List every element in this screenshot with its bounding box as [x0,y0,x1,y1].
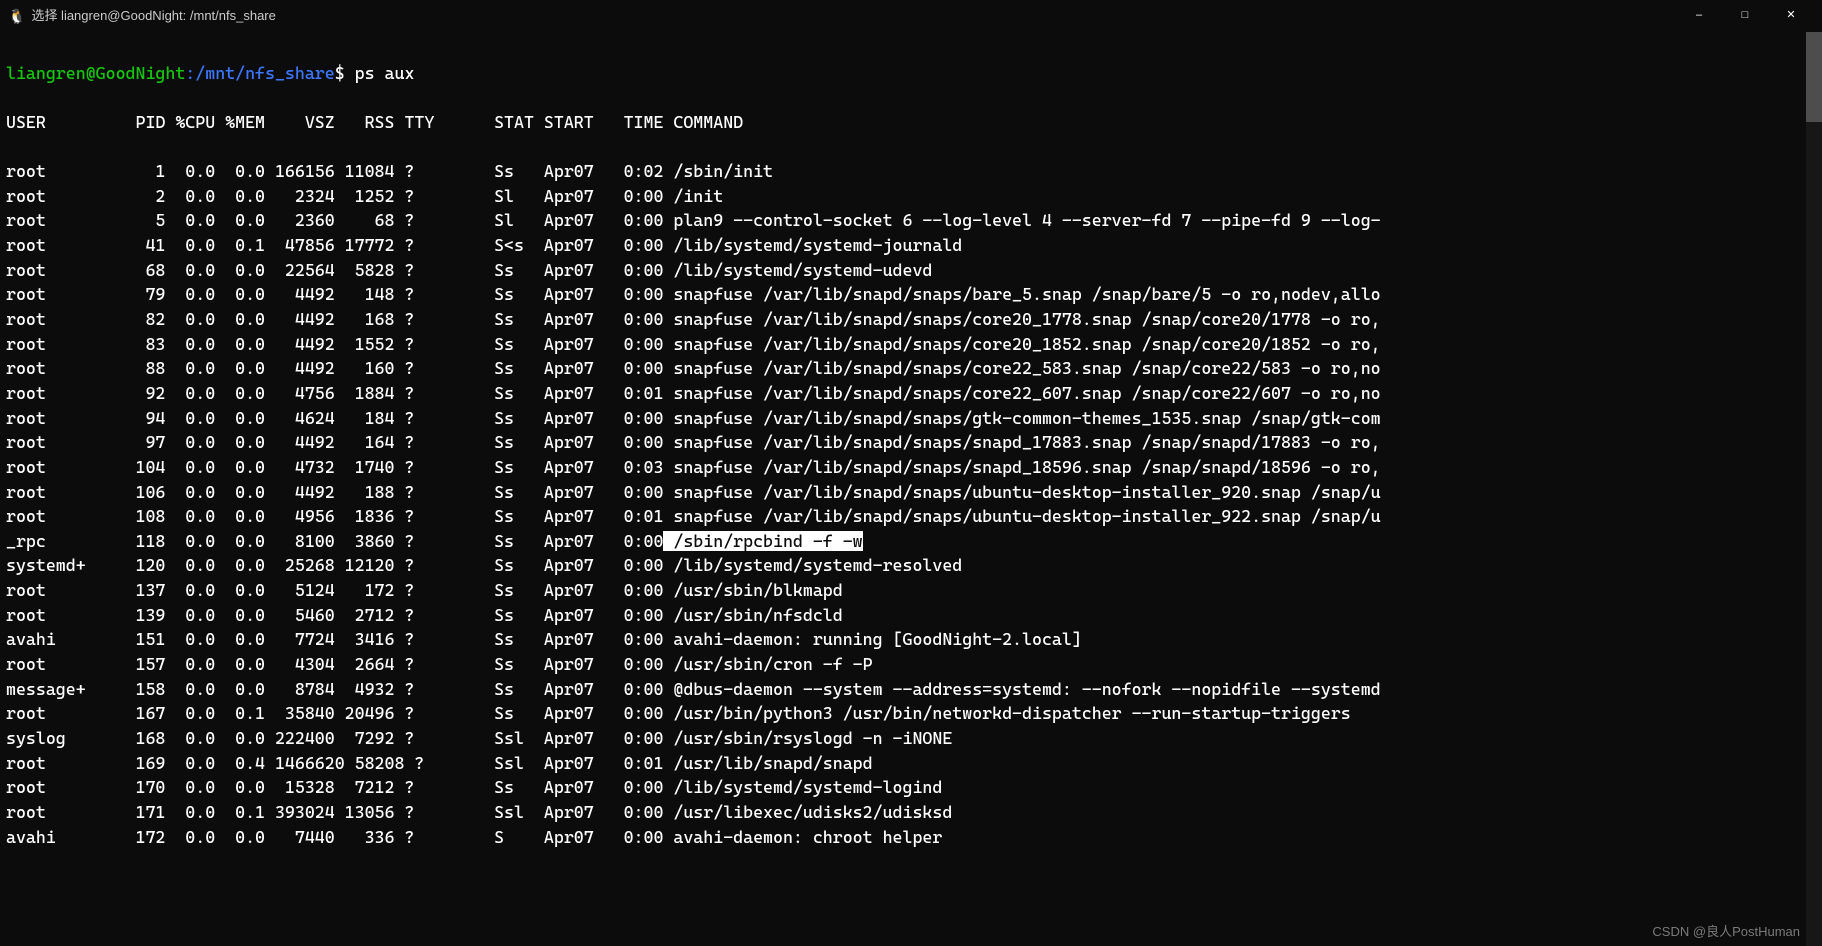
process-row: root 157 0.0 0.0 4304 2664 ? Ss Apr07 0:… [6,652,1816,677]
terminal-output[interactable]: liangren@GoodNight:/mnt/nfs_share$ ps au… [0,32,1822,878]
prompt-dollar: $ [335,63,345,83]
process-row: root 41 0.0 0.1 47856 17772 ? S<s Apr07 … [6,233,1816,258]
window-titlebar: 🐧 选择 liangren@GoodNight: /mnt/nfs_share … [0,0,1822,32]
minimize-button[interactable]: – [1676,0,1722,32]
scrollbar-track[interactable] [1806,32,1822,946]
process-row: root 108 0.0 0.0 4956 1836 ? Ss Apr07 0:… [6,504,1816,529]
process-row: systemd+ 120 0.0 0.0 25268 12120 ? Ss Ap… [6,553,1816,578]
close-button[interactable]: ✕ [1768,0,1814,32]
process-row: root 137 0.0 0.0 5124 172 ? Ss Apr07 0:0… [6,578,1816,603]
process-row: root 167 0.0 0.1 35840 20496 ? Ss Apr07 … [6,701,1816,726]
process-row: root 82 0.0 0.0 4492 168 ? Ss Apr07 0:00… [6,307,1816,332]
process-row: root 92 0.0 0.0 4756 1884 ? Ss Apr07 0:0… [6,381,1816,406]
highlighted-text: /sbin/rpcbind -f -w [663,531,862,551]
process-row: message+ 158 0.0 0.0 8784 4932 ? Ss Apr0… [6,677,1816,702]
process-row: root 170 0.0 0.0 15328 7212 ? Ss Apr07 0… [6,775,1816,800]
process-row: root 68 0.0 0.0 22564 5828 ? Ss Apr07 0:… [6,258,1816,283]
process-row: root 79 0.0 0.0 4492 148 ? Ss Apr07 0:00… [6,282,1816,307]
process-row: root 169 0.0 0.4 1466620 58208 ? Ssl Apr… [6,751,1816,776]
process-row: root 5 0.0 0.0 2360 68 ? Sl Apr07 0:00 p… [6,208,1816,233]
ps-header: USER PID %CPU %MEM VSZ RSS TTY STAT STAR… [6,110,1816,135]
process-row: root 1 0.0 0.0 166156 11084 ? Ss Apr07 0… [6,159,1816,184]
process-row: root 104 0.0 0.0 4732 1740 ? Ss Apr07 0:… [6,455,1816,480]
prompt-line: liangren@GoodNight:/mnt/nfs_share$ ps au… [6,61,1816,86]
maximize-button[interactable]: □ [1722,0,1768,32]
process-row: syslog 168 0.0 0.0 222400 7292 ? Ssl Apr… [6,726,1816,751]
process-row: avahi 172 0.0 0.0 7440 336 ? S Apr07 0:0… [6,825,1816,850]
process-row: avahi 151 0.0 0.0 7724 3416 ? Ss Apr07 0… [6,627,1816,652]
window-title: 选择 liangren@GoodNight: /mnt/nfs_share [31,7,275,26]
command-text: ps aux [355,63,415,83]
process-row: root 97 0.0 0.0 4492 164 ? Ss Apr07 0:00… [6,430,1816,455]
process-row: root 88 0.0 0.0 4492 160 ? Ss Apr07 0:00… [6,356,1816,381]
app-icon: 🐧 [8,6,25,26]
process-row: root 171 0.0 0.1 393024 13056 ? Ssl Apr0… [6,800,1816,825]
process-row: root 2 0.0 0.0 2324 1252 ? Sl Apr07 0:00… [6,184,1816,209]
prompt-colon: : [185,63,195,83]
prompt-user-host: liangren@GoodNight [6,63,185,83]
scrollbar-thumb[interactable] [1806,32,1822,122]
process-row: _rpc 118 0.0 0.0 8100 3860 ? Ss Apr07 0:… [6,529,1816,554]
process-row: root 106 0.0 0.0 4492 188 ? Ss Apr07 0:0… [6,480,1816,505]
process-row: root 83 0.0 0.0 4492 1552 ? Ss Apr07 0:0… [6,332,1816,357]
process-row: root 139 0.0 0.0 5460 2712 ? Ss Apr07 0:… [6,603,1816,628]
process-row: root 94 0.0 0.0 4624 184 ? Ss Apr07 0:00… [6,406,1816,431]
prompt-path: /mnt/nfs_share [195,63,334,83]
watermark: CSDN @良人PostHuman [1652,923,1800,942]
